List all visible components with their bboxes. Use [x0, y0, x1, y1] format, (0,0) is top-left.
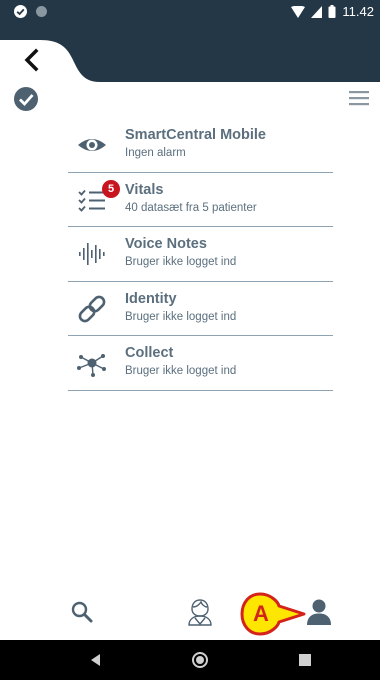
status-bar: 11.42 [0, 0, 380, 24]
vitals-count-badge: 5 [102, 179, 120, 198]
link-icon [78, 295, 106, 322]
notification-check-icon [14, 5, 27, 18]
check-circle-icon [14, 87, 38, 111]
module-title: Voice Notes [125, 236, 207, 252]
module-item-voice-notes[interactable]: Voice Notes Bruger ikke logget ind [68, 227, 333, 282]
module-subtitle: Bruger ikke logget ind [125, 310, 237, 323]
module-item-smartcentral-mobile[interactable]: SmartCentral Mobile Ingen alarm [68, 118, 333, 173]
signal-icon [311, 5, 323, 18]
module-list: SmartCentral Mobile Ingen alarm 5 Vitals… [68, 118, 333, 391]
network-nodes-icon [77, 354, 106, 377]
nav-back-icon[interactable] [86, 650, 106, 670]
module-item-vitals[interactable]: 5 Vitals 40 datasæt fra 5 patienter [68, 173, 333, 227]
module-item-collect[interactable]: Collect Bruger ikke logget ind [68, 336, 333, 391]
module-title: Vitals [125, 181, 164, 198]
audio-wave-icon [79, 243, 105, 265]
module-item-identity[interactable]: Identity Bruger ikke logget ind [68, 282, 333, 336]
status-left [14, 5, 48, 18]
module-subtitle: Ingen alarm [125, 147, 186, 159]
nav-recents-icon[interactable] [295, 650, 315, 670]
callout-letter: A [253, 601, 269, 626]
battery-icon [328, 5, 336, 18]
module-title: Identity [125, 290, 177, 307]
eye-icon [78, 139, 106, 151]
wifi-icon [291, 5, 306, 18]
patient-icon[interactable] [186, 597, 214, 627]
module-title: Collect [125, 345, 174, 361]
back-button[interactable] [20, 48, 44, 72]
module-subtitle: Bruger ikke logget ind [125, 365, 237, 377]
module-title: SmartCentral Mobile [125, 127, 266, 143]
nav-home-icon[interactable] [190, 650, 210, 670]
module-subtitle: 40 datasæt fra 5 patienter [125, 201, 257, 214]
search-icon[interactable] [70, 600, 94, 624]
status-time: 11.42 [342, 4, 374, 19]
notification-dot-icon [36, 6, 47, 17]
hamburger-menu-icon[interactable] [348, 89, 370, 107]
module-subtitle: Bruger ikke logget ind [125, 256, 237, 268]
user-icon[interactable] [306, 598, 332, 626]
android-nav-bar [0, 640, 380, 680]
status-right: 11.42 [291, 4, 374, 19]
